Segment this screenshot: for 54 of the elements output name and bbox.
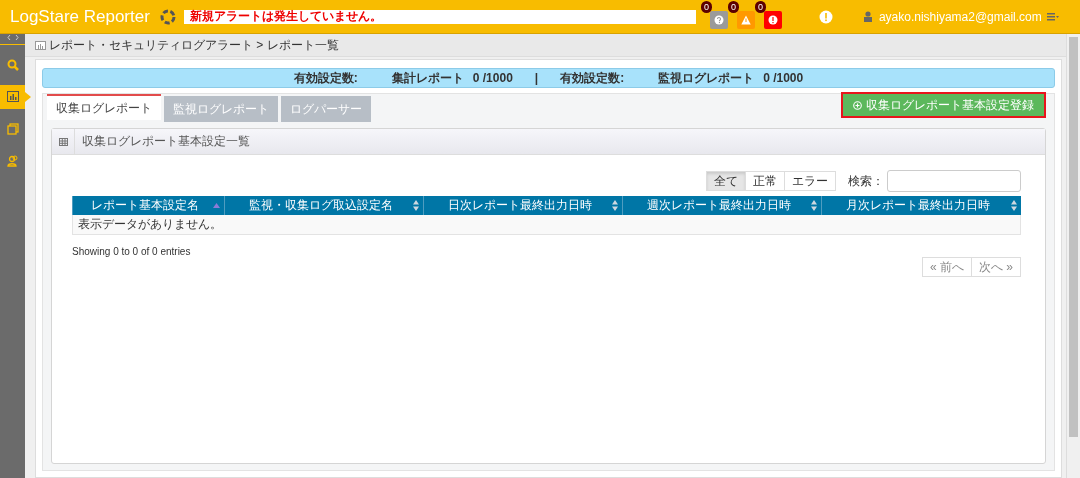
sort-asc-icon: [212, 203, 220, 208]
sort-icon: [810, 200, 817, 211]
user-icon: [862, 11, 873, 22]
book-icon: [6, 123, 19, 135]
column-header[interactable]: レポート基本設定名: [72, 196, 225, 215]
sort-icon: [412, 200, 419, 211]
filter-button[interactable]: 全て: [706, 171, 746, 191]
search-label: 検索：: [848, 172, 884, 190]
status-badge[interactable]: [763, 10, 782, 29]
summary-count: 0 /1000: [472, 71, 513, 85]
breadcrumb: レポート・セキュリティログアラート > レポート一覧: [49, 36, 339, 54]
empty-message: 表示データがありません。: [72, 215, 1021, 235]
previous-button[interactable]: « 前へ: [921, 257, 972, 277]
bar-chart-icon: [6, 91, 19, 103]
search-field[interactable]: [887, 170, 1021, 192]
alert-icon[interactable]: [818, 9, 833, 24]
count-badge: 0: [727, 0, 739, 13]
sidebar-item[interactable]: [0, 85, 25, 109]
filter-button[interactable]: 正常: [745, 171, 785, 191]
column-header[interactable]: 月次レポート最終出力日時: [821, 196, 1021, 215]
users-icon: [6, 155, 19, 167]
column-header[interactable]: 日次レポート最終出力日時: [423, 196, 623, 215]
menu-icon[interactable]: [1046, 12, 1059, 21]
column-header[interactable]: 週次レポート最終出力日時: [622, 196, 822, 215]
count-badge: 0: [700, 0, 712, 13]
app-title: LogStare Reporter: [10, 6, 150, 27]
plus-circle-icon: [853, 100, 862, 110]
summary-label: 有効設定数:: [293, 69, 358, 87]
summary-name: 監視ログレポート: [658, 69, 755, 87]
sort-icon: [1010, 200, 1017, 211]
help-icon: [713, 14, 724, 25]
bar-chart-icon: [35, 40, 46, 50]
alert-icon: [767, 14, 778, 25]
separator: |: [534, 71, 539, 85]
warning-icon: [740, 14, 751, 25]
status-badge[interactable]: [736, 10, 755, 29]
column-header[interactable]: 監視・収集ログ取込設定名: [224, 196, 424, 215]
alert-message: 新規アラートは発生していません。: [183, 9, 696, 24]
summary-name: 集計レポート: [391, 69, 464, 87]
tab[interactable]: 収集ログレポート: [47, 94, 161, 120]
panel-title: 収集ログレポート基本設定一覧: [82, 133, 250, 150]
search-icon: [6, 59, 19, 71]
filter-button[interactable]: エラー: [784, 171, 836, 191]
table-info: Showing 0 to 0 of 0 entries: [72, 246, 192, 257]
summary-count: 0 /1000: [763, 71, 804, 85]
sort-icon: [611, 200, 618, 211]
table-icon: [58, 137, 68, 146]
spinner-icon: [159, 8, 176, 25]
collapse-icon[interactable]: [6, 34, 19, 41]
count-badge: 0: [754, 0, 766, 13]
summary-label: 有効設定数:: [560, 69, 625, 87]
next-button[interactable]: 次へ »: [971, 257, 1021, 277]
status-badge[interactable]: [709, 10, 728, 29]
scrollbar-thumb[interactable]: [1069, 37, 1078, 437]
